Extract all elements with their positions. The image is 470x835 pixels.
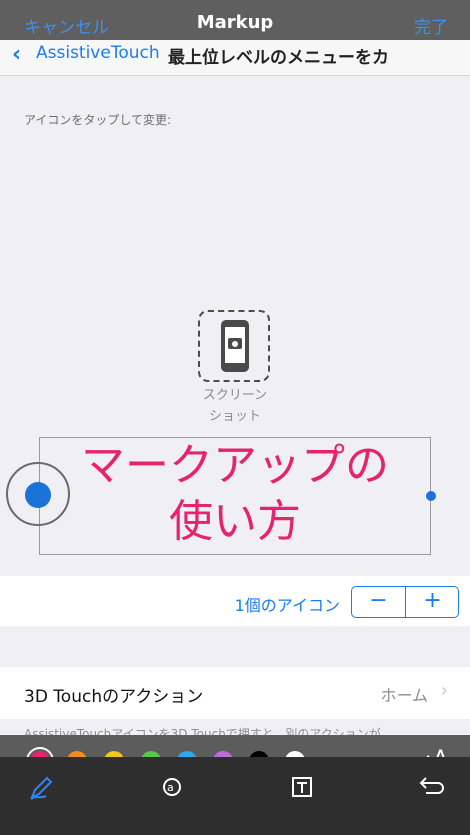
3d-touch-action-value: ホーム <box>380 686 428 705</box>
resize-handle-left[interactable] <box>25 482 51 508</box>
resize-handle-right[interactable] <box>426 491 436 501</box>
phone-icon <box>221 320 249 372</box>
pen-icon[interactable] <box>28 775 54 807</box>
camera-icon <box>228 338 242 349</box>
back-button: AssistiveTouch <box>36 43 160 63</box>
settings-page-title: 最上位レベルのメニューをカ <box>168 48 389 68</box>
icon-count-label: 1個のアイコン <box>234 596 340 615</box>
undo-icon[interactable] <box>418 775 446 805</box>
svg-text:a: a <box>167 781 174 794</box>
chevron-right-icon: › <box>440 680 448 701</box>
increment-button[interactable]: + <box>406 587 458 617</box>
magnifier-icon[interactable]: a <box>160 775 186 807</box>
icon-label-line1: スクリーン <box>202 388 268 403</box>
annotation-text-line2: 使い方 <box>169 496 301 547</box>
back-chevron-icon: ‹ <box>12 42 22 67</box>
3d-touch-action-label: 3D Touchのアクション <box>24 687 204 707</box>
3d-touch-action-row[interactable]: 3D Touchのアクション ホーム › <box>0 667 470 719</box>
screenshot-icon <box>198 310 270 382</box>
icon-count-stepper[interactable]: − + <box>351 586 459 618</box>
instructions-text: アイコンをタップして変更: <box>24 113 172 127</box>
decrement-button[interactable]: − <box>352 587 406 617</box>
markup-title: Markup <box>196 12 274 33</box>
icon-label-line2: ショット <box>208 409 261 424</box>
markup-toolbar: a <box>0 757 470 835</box>
settings-nav-bar: ‹ AssistiveTouch 最上位レベルのメニューをカ <box>0 40 470 76</box>
done-button[interactable]: 完了 <box>414 13 448 38</box>
text-box-icon[interactable] <box>290 775 314 805</box>
annotation-text-line1: マークアップの <box>81 440 389 491</box>
